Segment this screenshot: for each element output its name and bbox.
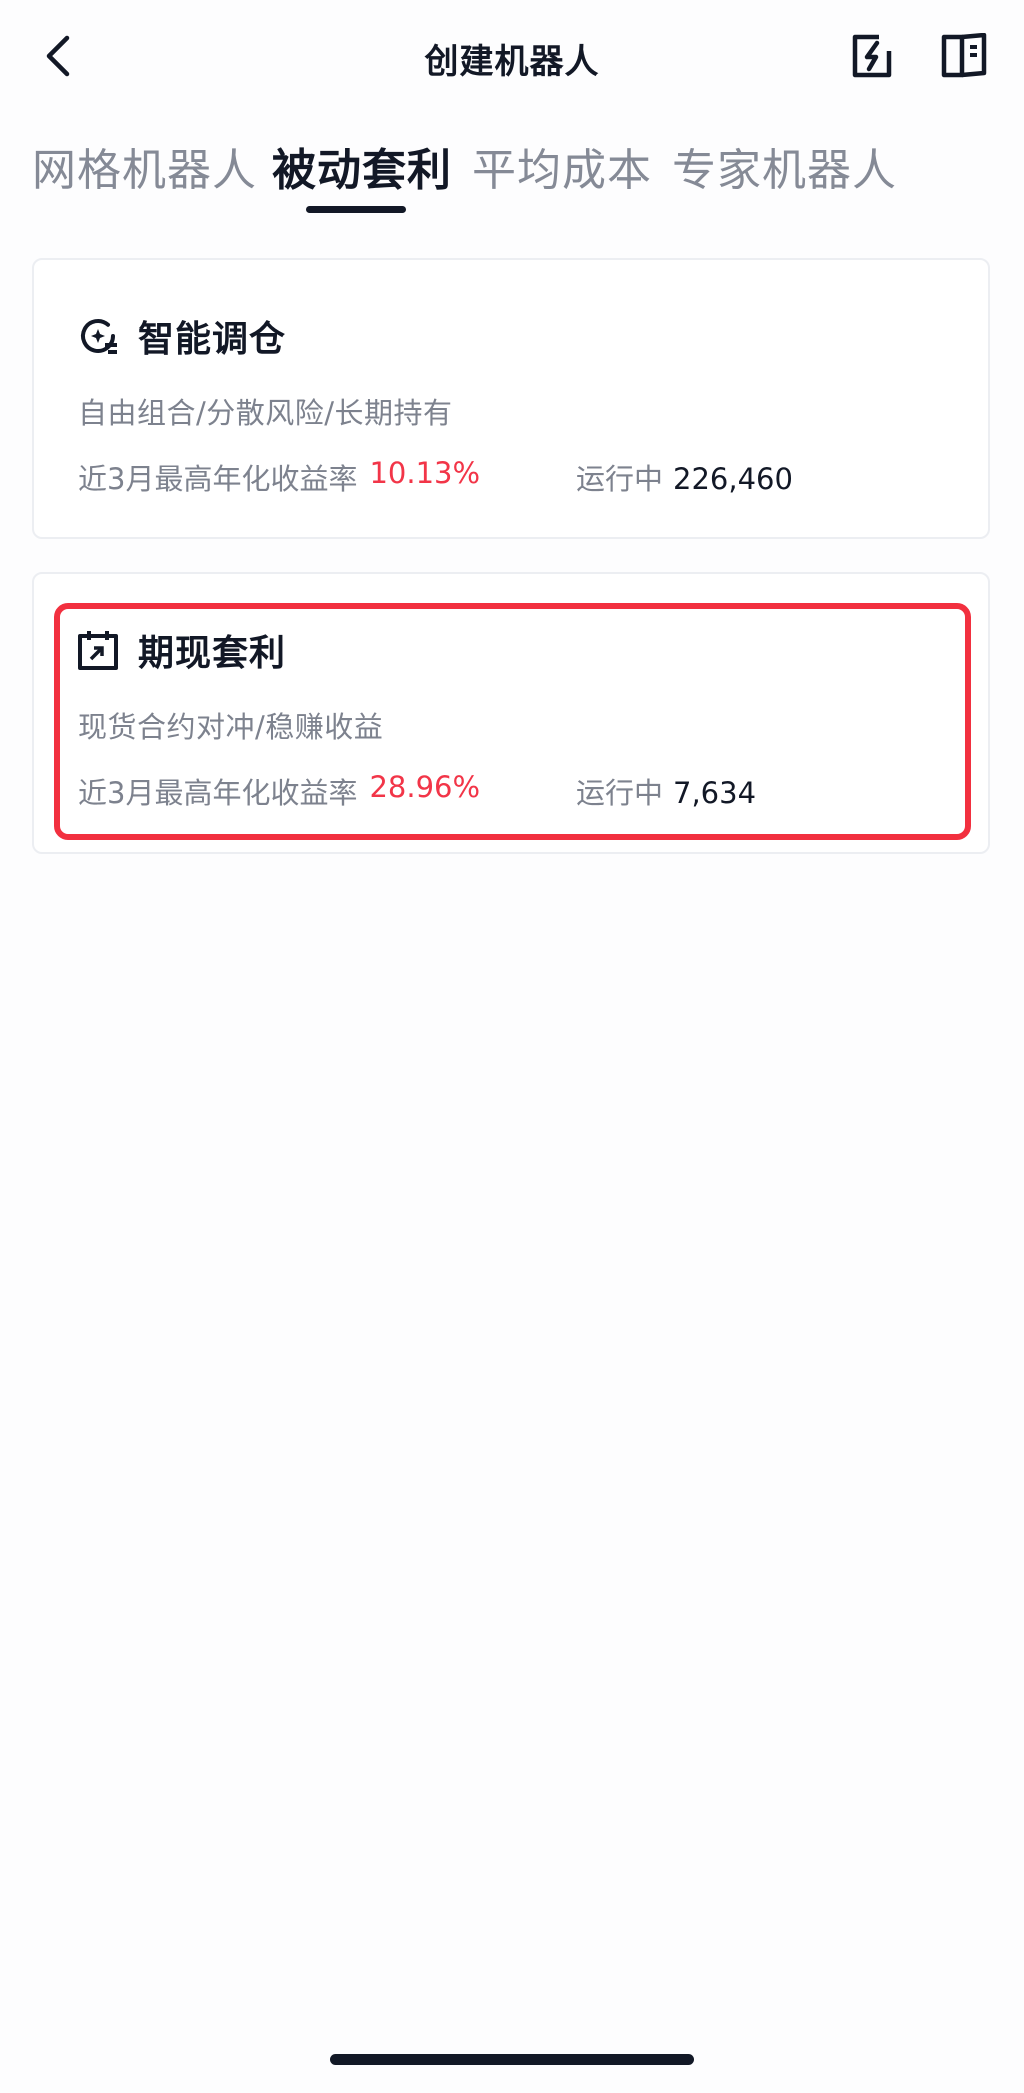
- tab-grid-bot[interactable]: 网格机器人: [32, 134, 257, 198]
- strategy-card-arbitrage[interactable]: 期现套利 现货合约对冲/稳赚收益 近3月最高年化收益率 28.96% 运行中 7,…: [32, 572, 990, 854]
- running-stat: 运行中 226,460: [576, 456, 793, 498]
- strategy-card-rebalance[interactable]: 智能调仓 自由组合/分散风险/长期持有 近3月最高年化收益率 10.13% 运行…: [32, 258, 990, 539]
- running-stat: 运行中 7,634: [576, 770, 756, 812]
- card-header: 智能调仓: [76, 310, 286, 362]
- tab-bar: 网格机器人 被动套利 平均成本 专家机器人: [0, 128, 1024, 228]
- card-stats: 近3月最高年化收益率 28.96% 运行中 7,634: [78, 770, 756, 812]
- calendar-arrow-icon: [76, 628, 120, 672]
- rate-value: 10.13%: [369, 456, 481, 490]
- book-icon: [941, 33, 987, 78]
- running-label: 运行中: [576, 776, 664, 810]
- rate-label: 近3月最高年化收益率: [78, 462, 358, 496]
- card-description: 现货合约对冲/稳赚收益: [78, 710, 384, 744]
- card-description: 自由组合/分散风险/长期持有: [78, 396, 453, 430]
- tab-passive-arbitrage[interactable]: 被动套利: [272, 134, 452, 198]
- card-stats: 近3月最高年化收益率 10.13% 运行中 226,460: [78, 456, 793, 498]
- share-button[interactable]: [846, 30, 898, 82]
- card-title: 智能调仓: [138, 319, 287, 360]
- rate-value: 28.96%: [369, 770, 481, 804]
- share-icon: [852, 34, 892, 78]
- nav-bar: 创建机器人: [0, 0, 1024, 120]
- active-tab-indicator: [306, 206, 406, 213]
- tab-expert-bot[interactable]: 专家机器人: [672, 134, 897, 198]
- guide-button[interactable]: [938, 30, 990, 82]
- running-label: 运行中: [576, 462, 664, 496]
- home-indicator: [330, 2054, 694, 2065]
- tab-average-cost[interactable]: 平均成本: [472, 134, 652, 198]
- card-header: 期现套利: [76, 624, 286, 676]
- running-count: 7,634: [673, 776, 757, 810]
- rebalance-icon: [76, 314, 120, 358]
- running-count: 226,460: [673, 462, 793, 496]
- rate-label: 近3月最高年化收益率: [78, 776, 358, 810]
- card-title: 期现套利: [138, 633, 287, 674]
